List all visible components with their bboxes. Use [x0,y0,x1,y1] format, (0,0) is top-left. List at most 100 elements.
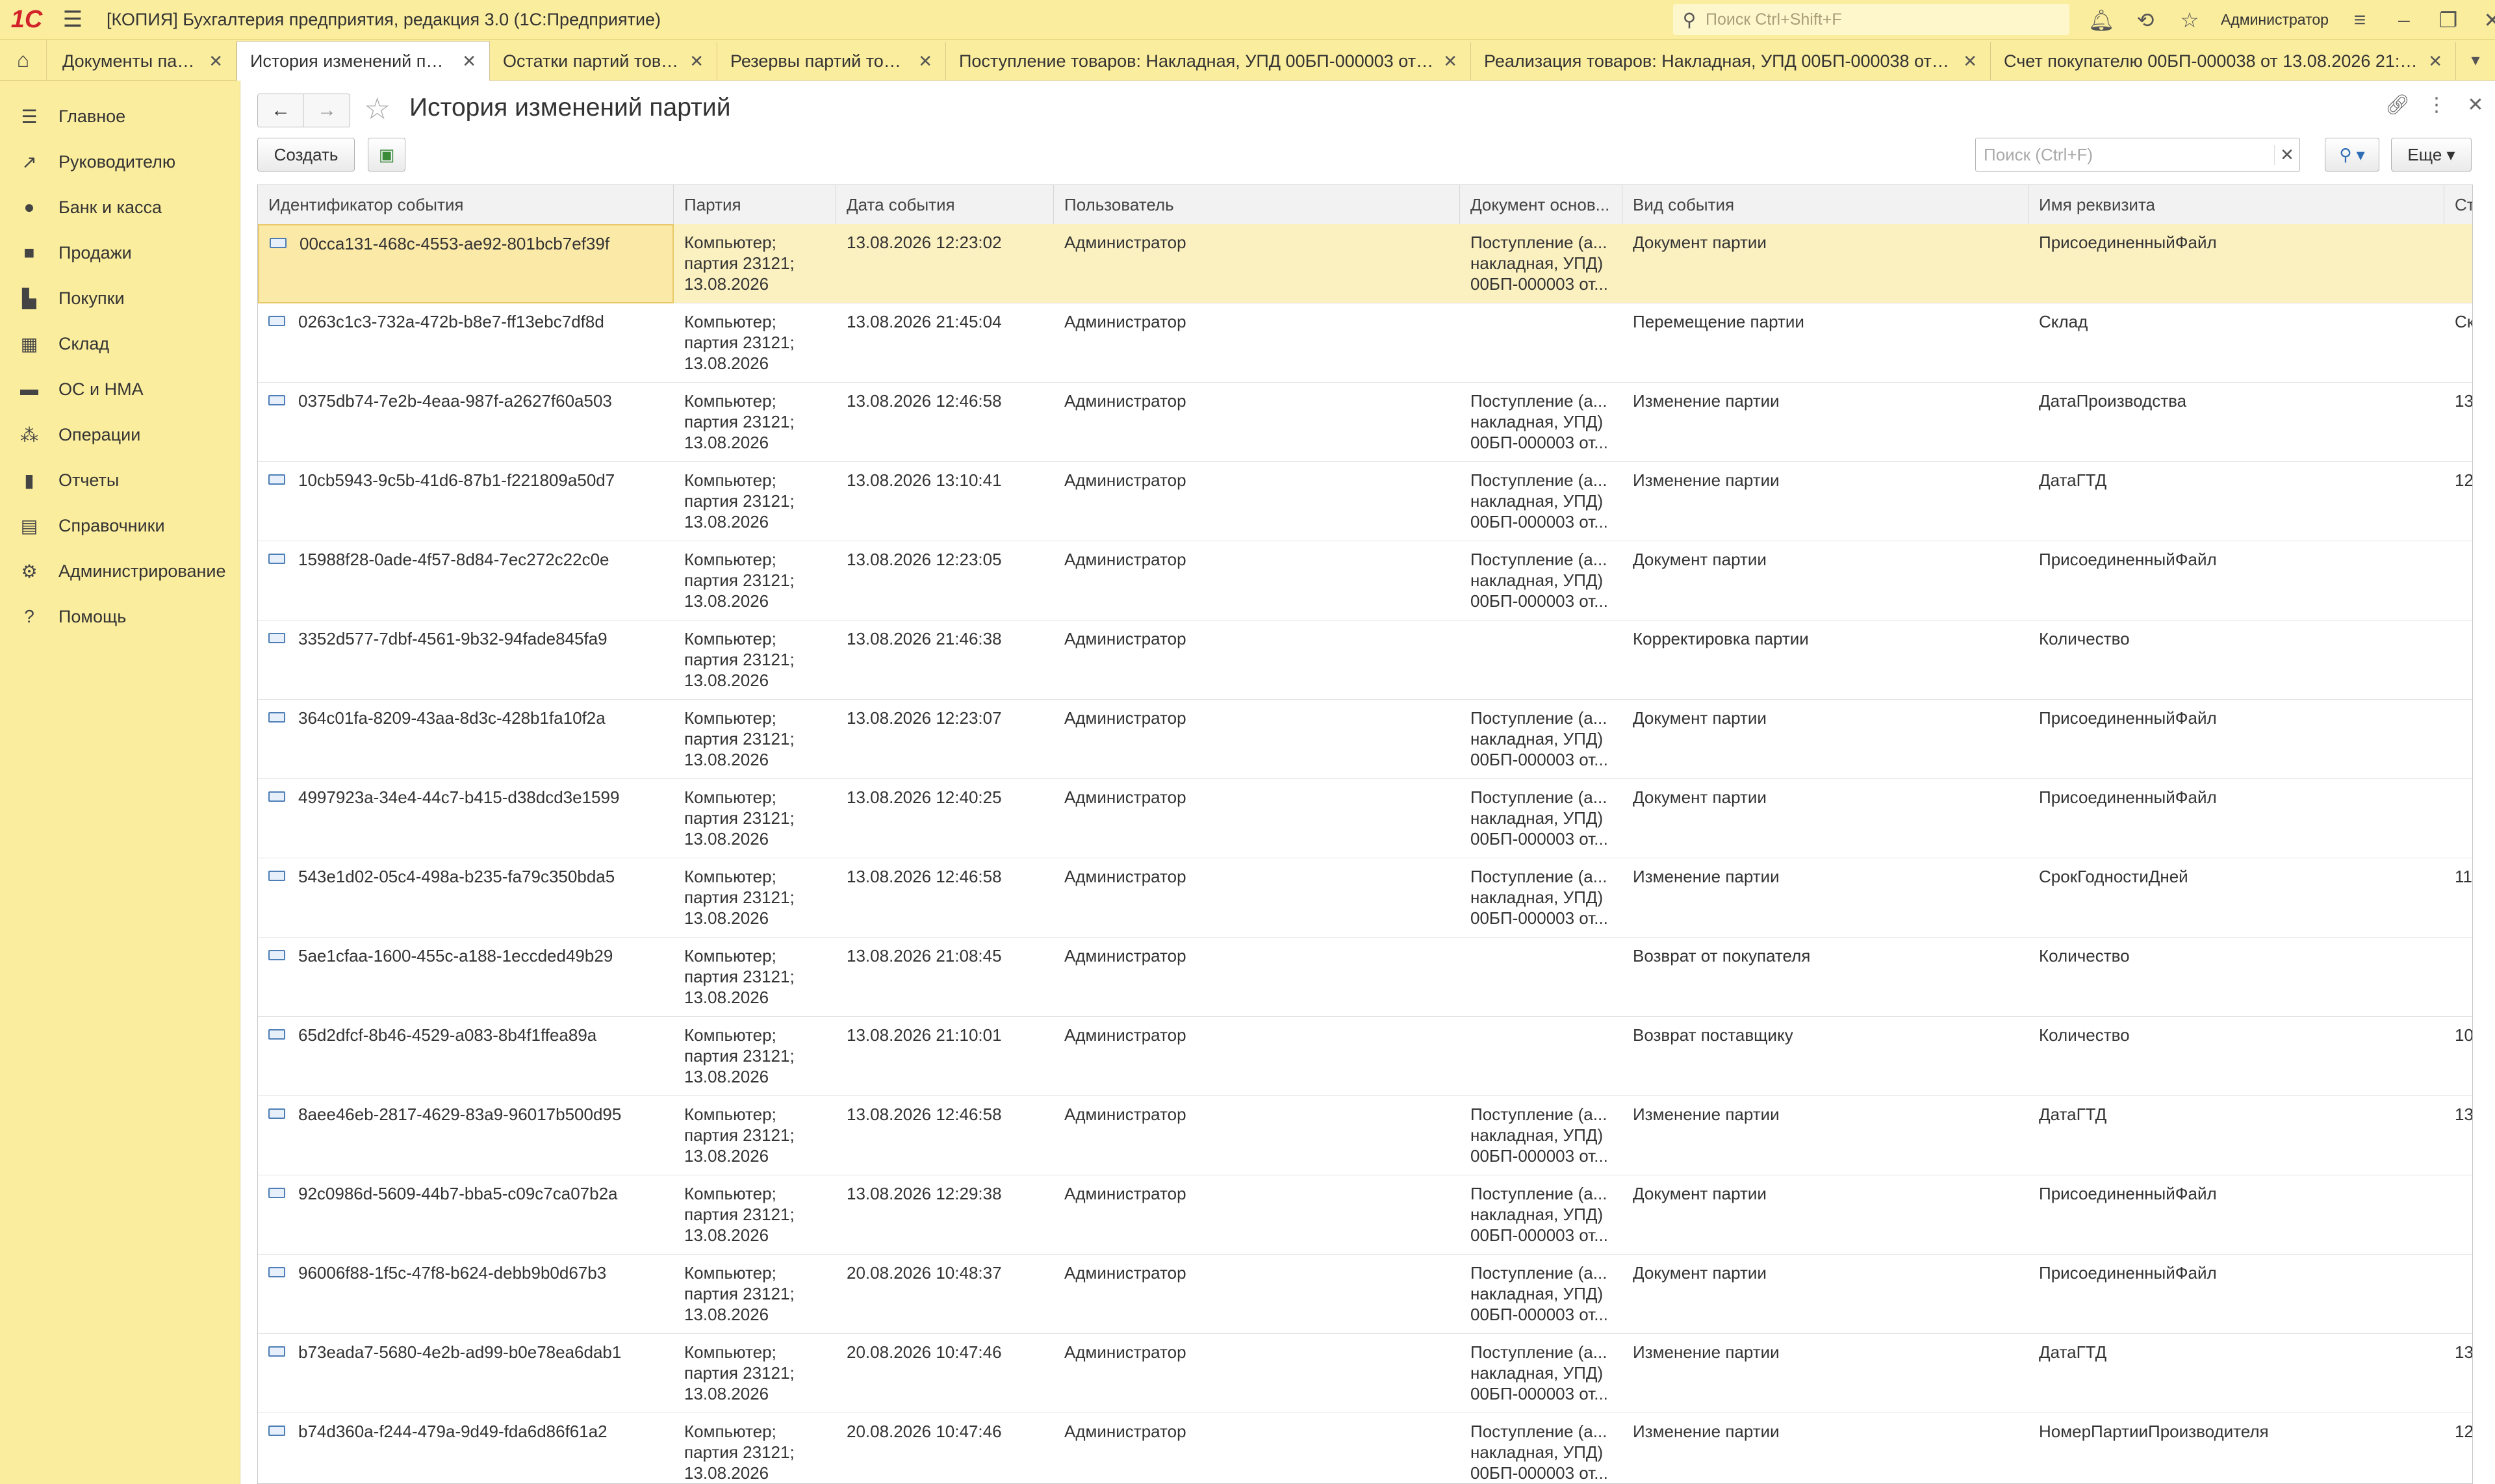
table-row[interactable]: 96006f88-1f5c-47f8-b624-debb9b0d67b3 Комп… [258,1255,2472,1334]
list-search-input[interactable]: Поиск (Ctrl+F) ✕ [1975,138,2300,172]
table-row[interactable]: 0375db74-7e2b-4eaa-987f-a2627f60a503 Комп… [258,383,2472,462]
tabs-overflow-chevron-icon[interactable]: ▾ [2456,40,2495,80]
sidebar-item-warehouse[interactable]: ▦ Склад [0,321,240,366]
form-header-tools: 🔗︎ ⋮ ✕ [2378,94,2495,116]
global-search-input[interactable]: ⚲ Поиск Ctrl+Shift+F [1673,4,2069,35]
sidebar-item-administration[interactable]: ⚙ Администрирование [0,548,240,594]
tab-batch-history[interactable]: История изменений партий ✕ [237,41,490,81]
tab-batch-reserves[interactable]: Резервы партий товаров ✕ [717,42,946,80]
table-row[interactable]: 5ae1cfaa-1600-455c-a188-1eccded49b29 Комп… [258,938,2472,1017]
link-icon[interactable]: 🔗︎ [2378,94,2417,116]
table-row[interactable]: 543e1d02-05c4-498a-b235-fa79c350bda5 Комп… [258,858,2472,938]
table-row[interactable]: 65d2dfcf-8b46-4529-a083-8b4f1ffea89a Комп… [258,1017,2472,1096]
sidebar-item-main[interactable]: ☰ Главное [0,94,240,139]
header-attribute-name[interactable]: Имя реквизита [2028,185,2444,224]
tab-batch-balances[interactable]: Остатки партий товаров ✕ [490,42,717,80]
back-arrow-icon[interactable]: ← [258,94,303,127]
cell-doc: Поступление (а... накладная, УПД) 00БП-0… [1470,470,1608,531]
history-icon[interactable]: ⟲ [2123,8,2168,32]
export-excel-icon[interactable]: ▣ [368,138,405,172]
cell-attr: НомерПартииПроизводителя [2039,1422,2269,1441]
cell-user: Администратор [1064,391,1186,411]
cell-user: Администратор [1064,1422,1186,1441]
table-row[interactable]: 3352d577-7dbf-4561-9b32-94fade845fa9 Комп… [258,620,2472,700]
sidebar-item-operations[interactable]: ⁂ Операции [0,412,240,457]
cell-doc: Поступление (а... накладная, УПД) 00БП-0… [1470,1105,1608,1166]
close-form-icon[interactable]: ✕ [2456,94,2495,116]
more-actions-icon[interactable]: ⋮ [2417,94,2456,116]
tab-receipt-document[interactable]: Поступление товаров: Накладная, УПД 00БП… [946,42,1471,80]
minimize-icon[interactable]: – [2382,8,2426,32]
event-id-text: b74d360a-f244-479a-9d49-fda6d86f61a2 [298,1422,608,1441]
tab-invoice-document[interactable]: Счет покупателю 00БП-000038 от 13.08.202… [1991,42,2456,80]
sidebar-item-reports[interactable]: ▮ Отчеты [0,457,240,503]
sidebar-item-catalogs[interactable]: ▤ Справочники [0,503,240,548]
close-tab-icon[interactable]: ✕ [689,51,704,71]
cell-attr: СрокГодностиДней [2039,867,2188,886]
forward-arrow-icon[interactable]: → [303,94,350,127]
sidebar-item-manager[interactable]: ↗ Руководителю [0,139,240,185]
event-id-text: 4997923a-34e4-44c7-b415-d38dcd3e1599 [298,787,620,807]
app-title: [КОПИЯ] Бухгалтерия предприятия, редакци… [107,9,661,29]
close-window-icon[interactable]: ✕ [2470,8,2495,32]
close-tab-icon[interactable]: ✕ [462,51,476,71]
restore-icon[interactable]: ❐ [2426,8,2470,32]
record-icon [268,712,285,723]
current-user[interactable]: Администратор [2221,11,2329,29]
header-batch[interactable]: Партия [674,185,836,224]
tab-batch-documents[interactable]: Документы партий ✕ [49,42,237,80]
sidebar-item-sales[interactable]: ■ Продажи [0,230,240,275]
close-tab-icon[interactable]: ✕ [1443,51,1457,71]
close-tab-icon[interactable]: ✕ [918,51,932,71]
table-row[interactable]: 0263c1c3-732a-472b-b8e7-ff13ebc7df8d Комп… [258,303,2473,383]
cell-kind: Документ партии [1633,1263,1767,1283]
table-row[interactable]: 8aee46eb-2817-4629-83a9-96017b500d95 Комп… [258,1096,2472,1175]
sidebar-item-label: Склад [58,333,110,353]
table-row[interactable]: 10cb5943-9c5b-41d6-87b1-f221809a50d7 Комп… [258,462,2472,541]
table-row[interactable]: 15988f28-0ade-4f57-8d84-7ec272c22c0e Комп… [258,541,2472,620]
cell-old: Ск [2455,312,2473,331]
create-button[interactable]: Создать [257,138,355,172]
table-row[interactable]: 00cca131-468c-4553-ae92-801bcb7ef39f Комп… [258,224,2472,303]
clear-search-icon[interactable]: ✕ [2274,144,2299,165]
bell-icon[interactable]: 🔔︎ [2079,8,2123,32]
settings-menu-icon[interactable]: ≡ [2338,8,2382,32]
table-row[interactable]: b74d360a-f244-479a-9d49-fda6d86f61a2 Комп… [258,1413,2472,1483]
header-old-value[interactable]: Ста [2444,185,2472,224]
table-row[interactable]: b73eada7-5680-4e2b-ad99-b0e78ea6dab1 Комп… [258,1334,2472,1413]
event-id-text: 00cca131-468c-4553-ae92-801bcb7ef39f [300,234,610,253]
more-button[interactable]: Еще ▾ [2391,138,2472,172]
cell-event-id: 3352d577-7dbf-4561-9b32-94fade845fa9 [258,620,674,700]
sidebar-item-label: Администрирование [58,561,226,581]
header-base-document[interactable]: Документ основ... [1460,185,1622,224]
cell-event-id: 5ae1cfaa-1600-455c-a188-1eccded49b29 [258,938,674,1017]
header-event-id[interactable]: Идентификатор события [258,185,674,224]
favorite-star-icon[interactable]: ☆ [364,91,390,126]
cell-attr: Количество [2039,946,2130,966]
title-bar-tools: 🔔︎ ⟲ ☆ Администратор ≡ – ❐ ✕ [2079,0,2495,40]
favorites-star-icon[interactable]: ☆ [2168,8,2212,32]
cell-date: 13.08.2026 12:23:02 [847,233,1002,252]
cell-batch: Компьютер; партия 23121; 13.08.2026 [684,787,795,849]
close-tab-icon[interactable]: ✕ [2428,51,2442,71]
sidebar-item-assets[interactable]: ▬ ОС и НМА [0,366,240,412]
cell-batch: Компьютер; партия 23121; 13.08.2026 [684,708,795,769]
home-icon[interactable]: ⌂ [0,40,47,80]
search-options-button[interactable]: ⚲ ▾ [2325,138,2379,172]
header-event-date[interactable]: Дата события [836,185,1054,224]
sidebar-item-bank[interactable]: ● Банк и касса [0,185,240,230]
sidebar-item-purchases[interactable]: ▙ Покупки [0,275,240,321]
sidebar-item-help[interactable]: ? Помощь [0,594,240,639]
open-tabs-bar: ⌂ Документы партий ✕ История изменений па… [0,40,2495,81]
table-row[interactable]: 92c0986d-5609-44b7-bba5-c09c7ca07b2a Комп… [258,1175,2472,1255]
header-event-kind[interactable]: Вид события [1622,185,2028,224]
close-tab-icon[interactable]: ✕ [1963,51,1977,71]
cell-date: 13.08.2026 21:08:45 [847,946,1002,966]
table-row[interactable]: 4997923a-34e4-44c7-b415-d38dcd3e1599 Комп… [258,779,2472,858]
header-user[interactable]: Пользователь [1054,185,1460,224]
main-menu-icon[interactable]: ☰ [53,0,92,40]
tab-sales-document[interactable]: Реализация товаров: Накладная, УПД 00БП-… [1471,42,1991,80]
close-tab-icon[interactable]: ✕ [209,51,223,71]
table-row[interactable]: 364c01fa-8209-43aa-8d3c-428b1fa10f2a Комп… [258,700,2472,779]
record-icon [268,474,285,485]
